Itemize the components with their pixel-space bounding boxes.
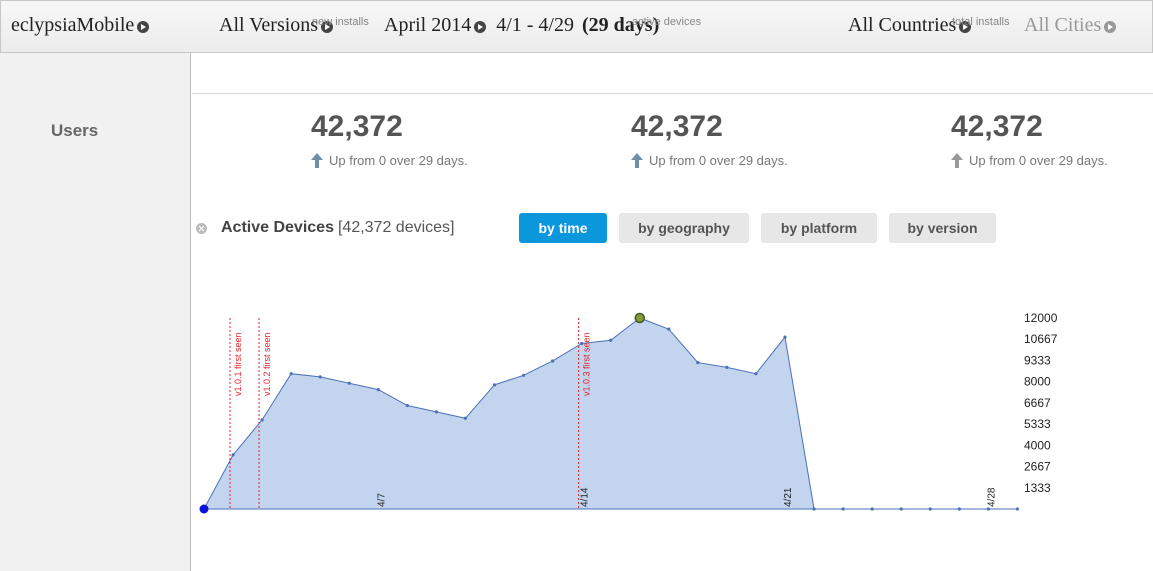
app-name: eclypsiaMobile [11,14,135,36]
start-point [199,504,209,514]
x-tick-label: 4/14 [580,487,591,507]
y-tick-label: 2667 [1024,460,1051,474]
y-tick-label: 12000 [1024,311,1058,325]
data-point [609,338,613,342]
up-arrow-icon [311,153,323,168]
tab-by-platform[interactable]: by platform [761,213,877,243]
chart-area [204,318,1018,509]
date-selector[interactable]: April 2014 4/1 - 4/29 (29 days) [384,14,659,37]
close-icon[interactable] [196,222,207,234]
version-marker-label: v1.0.3 first seen [582,332,592,396]
stat-trend-text: Up from 0 over 29 days. [649,153,788,168]
date-range: 4/1 - 4/29 [496,14,574,36]
tab-by-version[interactable]: by version [889,213,996,243]
y-tick-label: 4000 [1024,438,1051,452]
stats-header [192,53,1153,94]
data-point [696,360,700,365]
data-point [812,507,816,511]
data-point [667,327,671,331]
sidebar-item-users[interactable]: Users [51,121,98,141]
data-point [899,507,903,511]
x-tick-label: 4/7 [376,493,387,507]
stat-label-new-installs: new installs [312,16,369,28]
data-point [347,381,351,385]
dropdown-arrow-icon [137,21,150,33]
stat-trend-text: Up from 0 over 29 days. [969,153,1108,168]
data-point [289,372,293,376]
active-devices-chart: v1.0.1 first seen v1.0.2 first seen v1.0.3… [199,311,1058,514]
data-point [434,410,438,414]
version-label: All Versions [219,14,319,36]
data-point [376,388,380,392]
chart-count: [42,372 devices] [337,219,455,236]
y-tick-label: 10667 [1024,332,1058,346]
data-point [957,507,961,511]
stat-trend-active-devices: Up from 0 over 29 days. [631,153,788,168]
y-tick-label: 1333 [1024,481,1051,495]
data-point [492,383,497,387]
country-label: All Countries [848,14,957,36]
data-point [318,375,322,379]
data-point [1015,507,1020,511]
data-point [551,359,555,363]
tab-by-time[interactable]: by time [519,213,607,243]
data-point [754,372,758,376]
stat-trend-text: Up from 0 over 29 days. [329,153,468,168]
dropdown-arrow-icon [474,21,487,33]
stat-trend-total-installs: Up from 0 over 29 days. [951,153,1108,168]
x-tick-label: 4/28 [986,487,997,507]
stat-value-active-devices: 42,372 [631,110,723,143]
city-label: All Cities [1024,14,1102,36]
data-point [463,416,468,420]
data-point [260,418,264,422]
data-point [580,341,584,346]
stat-value-total-installs: 42,372 [951,110,1043,143]
data-point [521,373,526,377]
app-selector[interactable]: eclypsiaMobile [11,14,150,37]
data-point [870,507,874,511]
x-tick-label: 4/21 [783,487,794,507]
version-marker-label: v1.0.1 first seen [233,332,243,396]
city-selector: All Cities [1024,14,1117,37]
stat-trend-new-installs: Up from 0 over 29 days. [311,153,468,168]
up-arrow-icon [951,153,963,168]
y-tick-label: 6667 [1024,396,1051,410]
version-marker-label: v1.0.2 first seen [262,332,272,396]
data-point [725,365,729,369]
data-point [783,335,787,339]
y-tick-label: 5333 [1024,417,1051,431]
y-tick-label: 8000 [1024,375,1051,389]
data-point [405,403,409,408]
dropdown-arrow-icon [1104,21,1117,33]
month-label: April 2014 [384,14,472,36]
stat-label-total-installs: total installs [952,16,1010,28]
chart-title: Active Devices [221,219,334,236]
up-arrow-icon [631,153,643,168]
peak-point [634,312,645,324]
tab-by-geography[interactable]: by geography [619,213,749,243]
y-tick-label: 9333 [1024,353,1051,367]
sidebar: Users [0,53,191,571]
data-point [231,453,235,457]
chart-section-title: Active Devices [42,372 devices] [196,219,455,237]
stat-value-new-installs: 42,372 [311,110,403,143]
stat-label-active-devices: active devices [632,16,702,28]
data-point [841,507,845,511]
data-point [928,507,932,511]
